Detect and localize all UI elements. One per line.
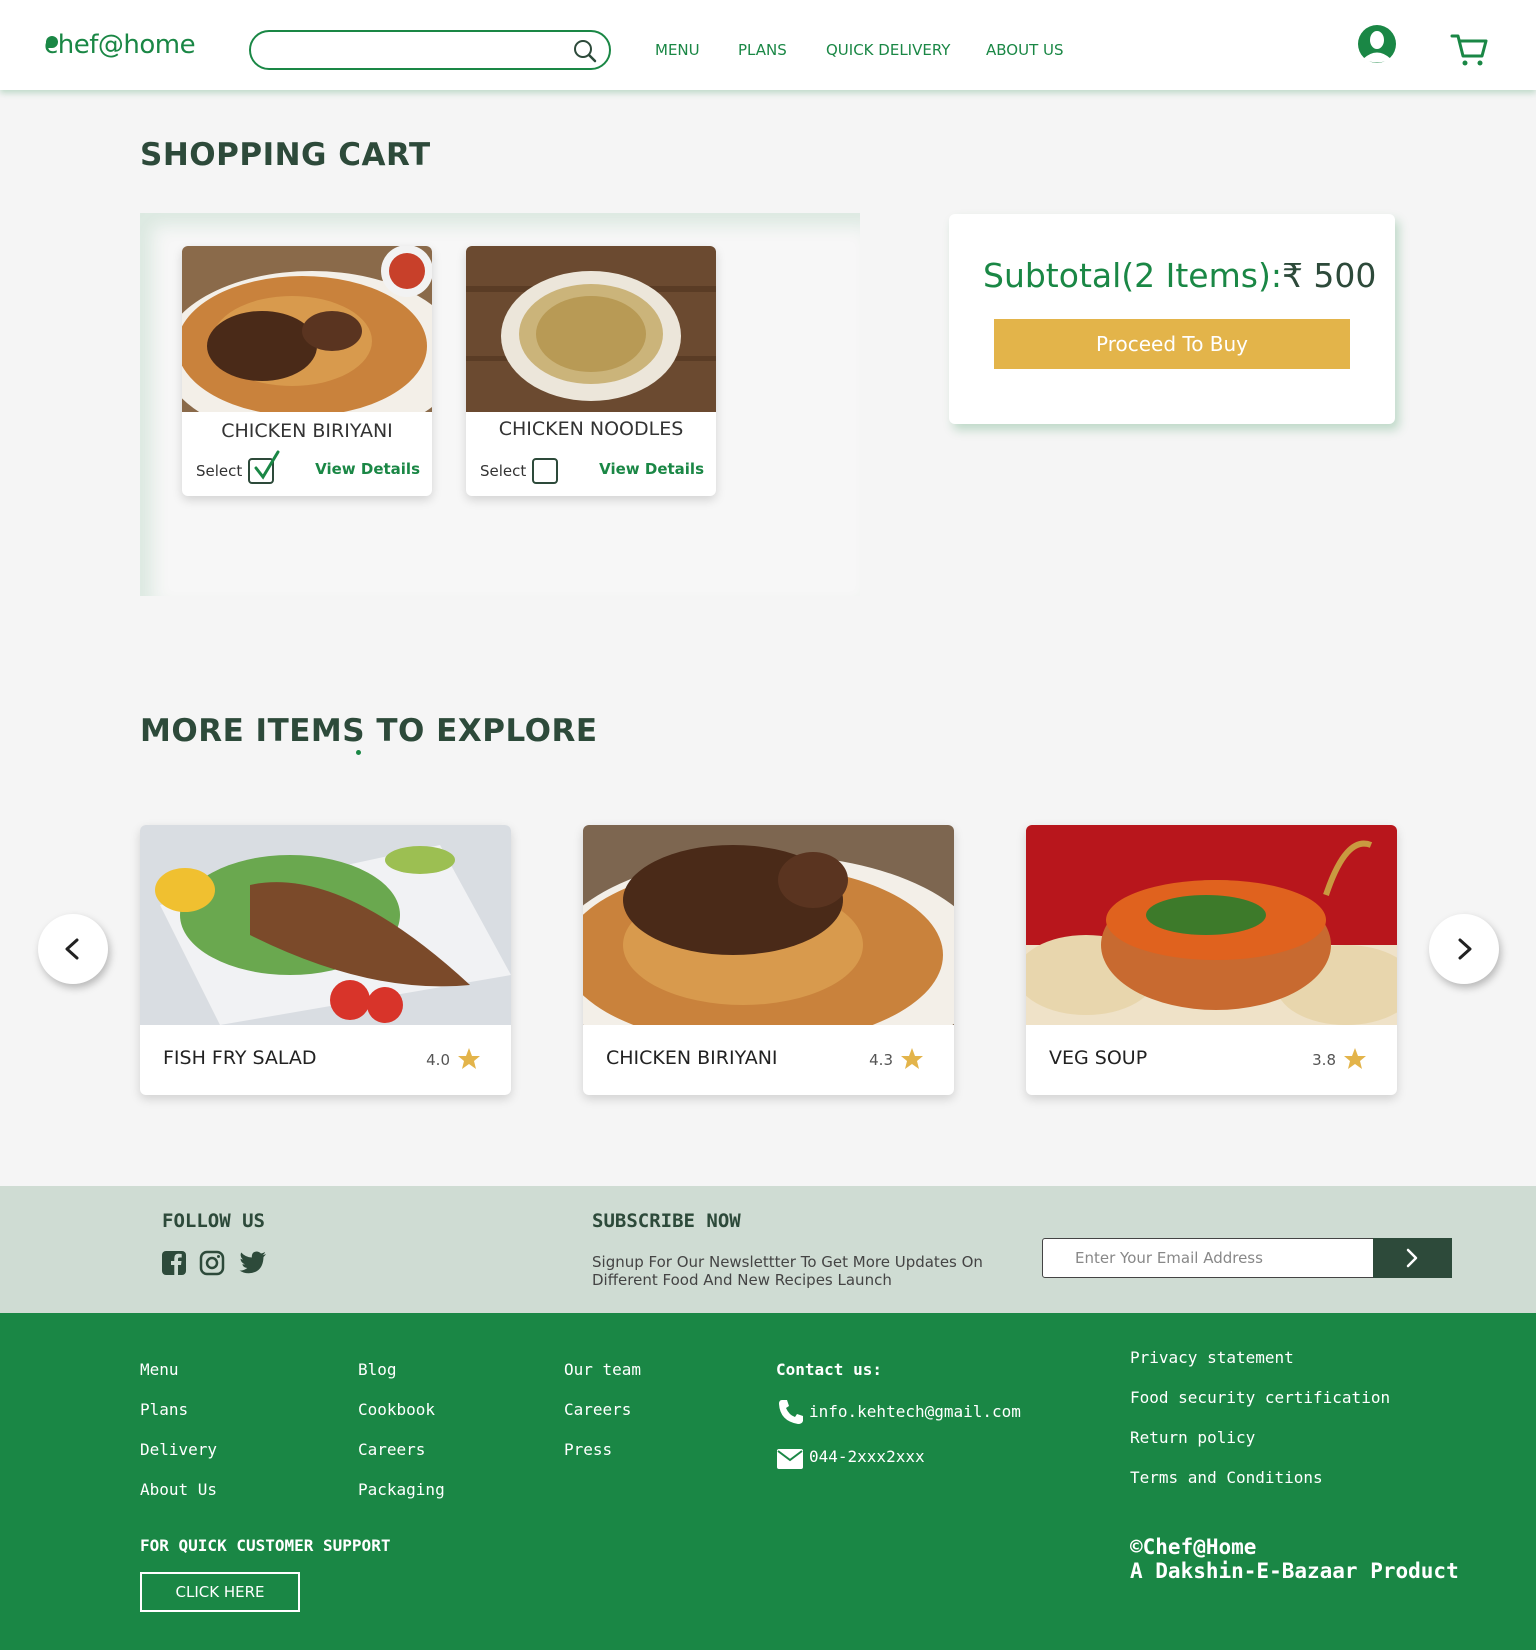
nav-quick-delivery[interactable]: QUICK DELIVERY <box>826 41 950 59</box>
copyright-text: ©Chef@Home <box>1130 1535 1257 1559</box>
footer-link-about-us[interactable]: About Us <box>140 1480 217 1499</box>
chicken-noodles-image <box>466 246 716 412</box>
explore-item-name: CHICKEN BIRIYANI <box>606 1047 778 1069</box>
footer-link-blog[interactable]: Blog <box>358 1360 397 1379</box>
contact-phone-link[interactable]: 044-2xxx2xxx <box>809 1447 925 1466</box>
star-icon <box>901 1048 923 1069</box>
footer-link-press[interactable]: Press <box>564 1440 612 1459</box>
cart-item-chicken-biriyani: CHICKEN BIRIYANI Select View Details <box>182 246 432 496</box>
checkmark-icon <box>254 450 280 480</box>
twitter-icon[interactable] <box>239 1250 267 1276</box>
footer-link-careers-2[interactable]: Careers <box>564 1400 631 1419</box>
nav-menu[interactable]: MENU <box>655 41 700 59</box>
footer-link-cookbook[interactable]: Cookbook <box>358 1400 435 1419</box>
subtotal-amount: ₹ 500 <box>1281 256 1377 295</box>
footer-link-packaging[interactable]: Packaging <box>358 1480 445 1499</box>
chicken-biriyani-image <box>182 246 432 412</box>
explore-item-name: VEG SOUP <box>1049 1047 1148 1069</box>
explore-item-name: FISH FRY SALAD <box>163 1047 317 1069</box>
mail-icon <box>777 1449 803 1469</box>
view-details-link[interactable]: View Details <box>599 460 704 478</box>
user-avatar-icon[interactable] <box>1357 24 1397 64</box>
carousel-prev-button[interactable] <box>38 914 108 984</box>
subscribe-description: Signup For Our Newslettter To Get More U… <box>592 1253 983 1289</box>
nav-about-us[interactable]: ABOUT US <box>986 41 1064 59</box>
instagram-icon[interactable] <box>199 1250 225 1276</box>
rating-value: 4.0 <box>426 1051 450 1069</box>
nav-plans[interactable]: PLANS <box>738 41 787 59</box>
subtotal-box: Subtotal(2 Items):₹ 500 Proceed To Buy <box>949 214 1395 424</box>
follow-us-title: FOLLOW US <box>162 1210 265 1232</box>
footer-link-return-policy[interactable]: Return policy <box>1130 1428 1255 1447</box>
rating-value: 4.3 <box>869 1051 893 1069</box>
chevron-right-icon <box>1406 1248 1418 1268</box>
subtotal-text: Subtotal(2 Items):₹ 500 <box>983 256 1376 295</box>
select-label: Select <box>196 462 243 480</box>
email-input[interactable] <box>1042 1238 1374 1278</box>
cart-item-chicken-noodles: CHICKEN NOODLES Select View Details <box>466 246 716 496</box>
subscribe-title: SUBSCRIBE NOW <box>592 1210 741 1232</box>
select-checkbox[interactable] <box>532 458 558 484</box>
top-header: chef@home MENU PLANS QUICK DELIVERY ABOU… <box>0 0 1536 90</box>
chevron-left-icon <box>65 938 79 960</box>
contact-email-link[interactable]: info.kehtech@gmail.com <box>809 1402 1021 1421</box>
fish-fry-salad-image <box>140 825 511 1025</box>
footer-link-terms[interactable]: Terms and Conditions <box>1130 1468 1323 1487</box>
footer-link-careers[interactable]: Careers <box>358 1440 425 1459</box>
decorative-dot <box>356 750 361 755</box>
support-title: FOR QUICK CUSTOMER SUPPORT <box>140 1536 391 1555</box>
footer-link-our-team[interactable]: Our team <box>564 1360 641 1379</box>
cart-title: SHOPPING CART <box>140 137 431 173</box>
subscribe-strip: FOLLOW US SUBSCRIBE NOW Signup For Our N… <box>0 1186 1536 1313</box>
search-input[interactable] <box>267 38 557 62</box>
veg-soup-image <box>1026 825 1397 1025</box>
footer-link-menu[interactable]: Menu <box>140 1360 179 1379</box>
cart-item-name: CHICKEN NOODLES <box>498 418 684 440</box>
proceed-to-buy-button[interactable]: Proceed To Buy <box>994 319 1350 369</box>
explore-item-veg-soup[interactable]: VEG SOUP 3.8 <box>1026 825 1397 1095</box>
select-label: Select <box>480 462 527 480</box>
footer: Menu Plans Delivery About Us Blog Cookbo… <box>0 1313 1536 1650</box>
search-box <box>249 30 611 70</box>
explore-title: MORE ITEMS TO EXPLORE <box>140 713 598 749</box>
carousel-next-button[interactable] <box>1429 914 1499 984</box>
contact-title: Contact us: <box>776 1360 882 1379</box>
facebook-icon[interactable] <box>161 1250 187 1276</box>
explore-item-fish-fry-salad[interactable]: FISH FRY SALAD 4.0 <box>140 825 511 1095</box>
cart-icon[interactable] <box>1450 30 1488 68</box>
explore-item-chicken-biriyani[interactable]: CHICKEN BIRIYANI 4.3 <box>583 825 954 1095</box>
search-icon[interactable] <box>573 39 597 63</box>
logo[interactable]: chef@home <box>44 30 196 60</box>
subscribe-submit-button[interactable] <box>1373 1238 1452 1278</box>
cart-item-name: CHICKEN BIRIYANI <box>221 420 393 442</box>
cart-panel: CHICKEN BIRIYANI Select View Details CHI… <box>140 213 860 596</box>
phone-icon <box>779 1400 803 1424</box>
footer-link-food-security[interactable]: Food security certification <box>1130 1388 1390 1407</box>
tagline-text: A Dakshin-E-Bazaar Product <box>1130 1559 1459 1583</box>
star-icon <box>1344 1048 1366 1069</box>
customer-support-button[interactable]: CLICK HERE <box>140 1572 300 1612</box>
footer-link-delivery[interactable]: Delivery <box>140 1440 217 1459</box>
subtotal-label: Subtotal(2 Items): <box>983 256 1282 295</box>
footer-link-plans[interactable]: Plans <box>140 1400 188 1419</box>
view-details-link[interactable]: View Details <box>315 460 420 478</box>
star-icon <box>458 1048 480 1069</box>
rating-value: 3.8 <box>1312 1051 1336 1069</box>
footer-link-privacy-statement[interactable]: Privacy statement <box>1130 1348 1294 1367</box>
chevron-right-icon <box>1458 938 1472 960</box>
chicken-biriyani-image <box>583 825 954 1025</box>
